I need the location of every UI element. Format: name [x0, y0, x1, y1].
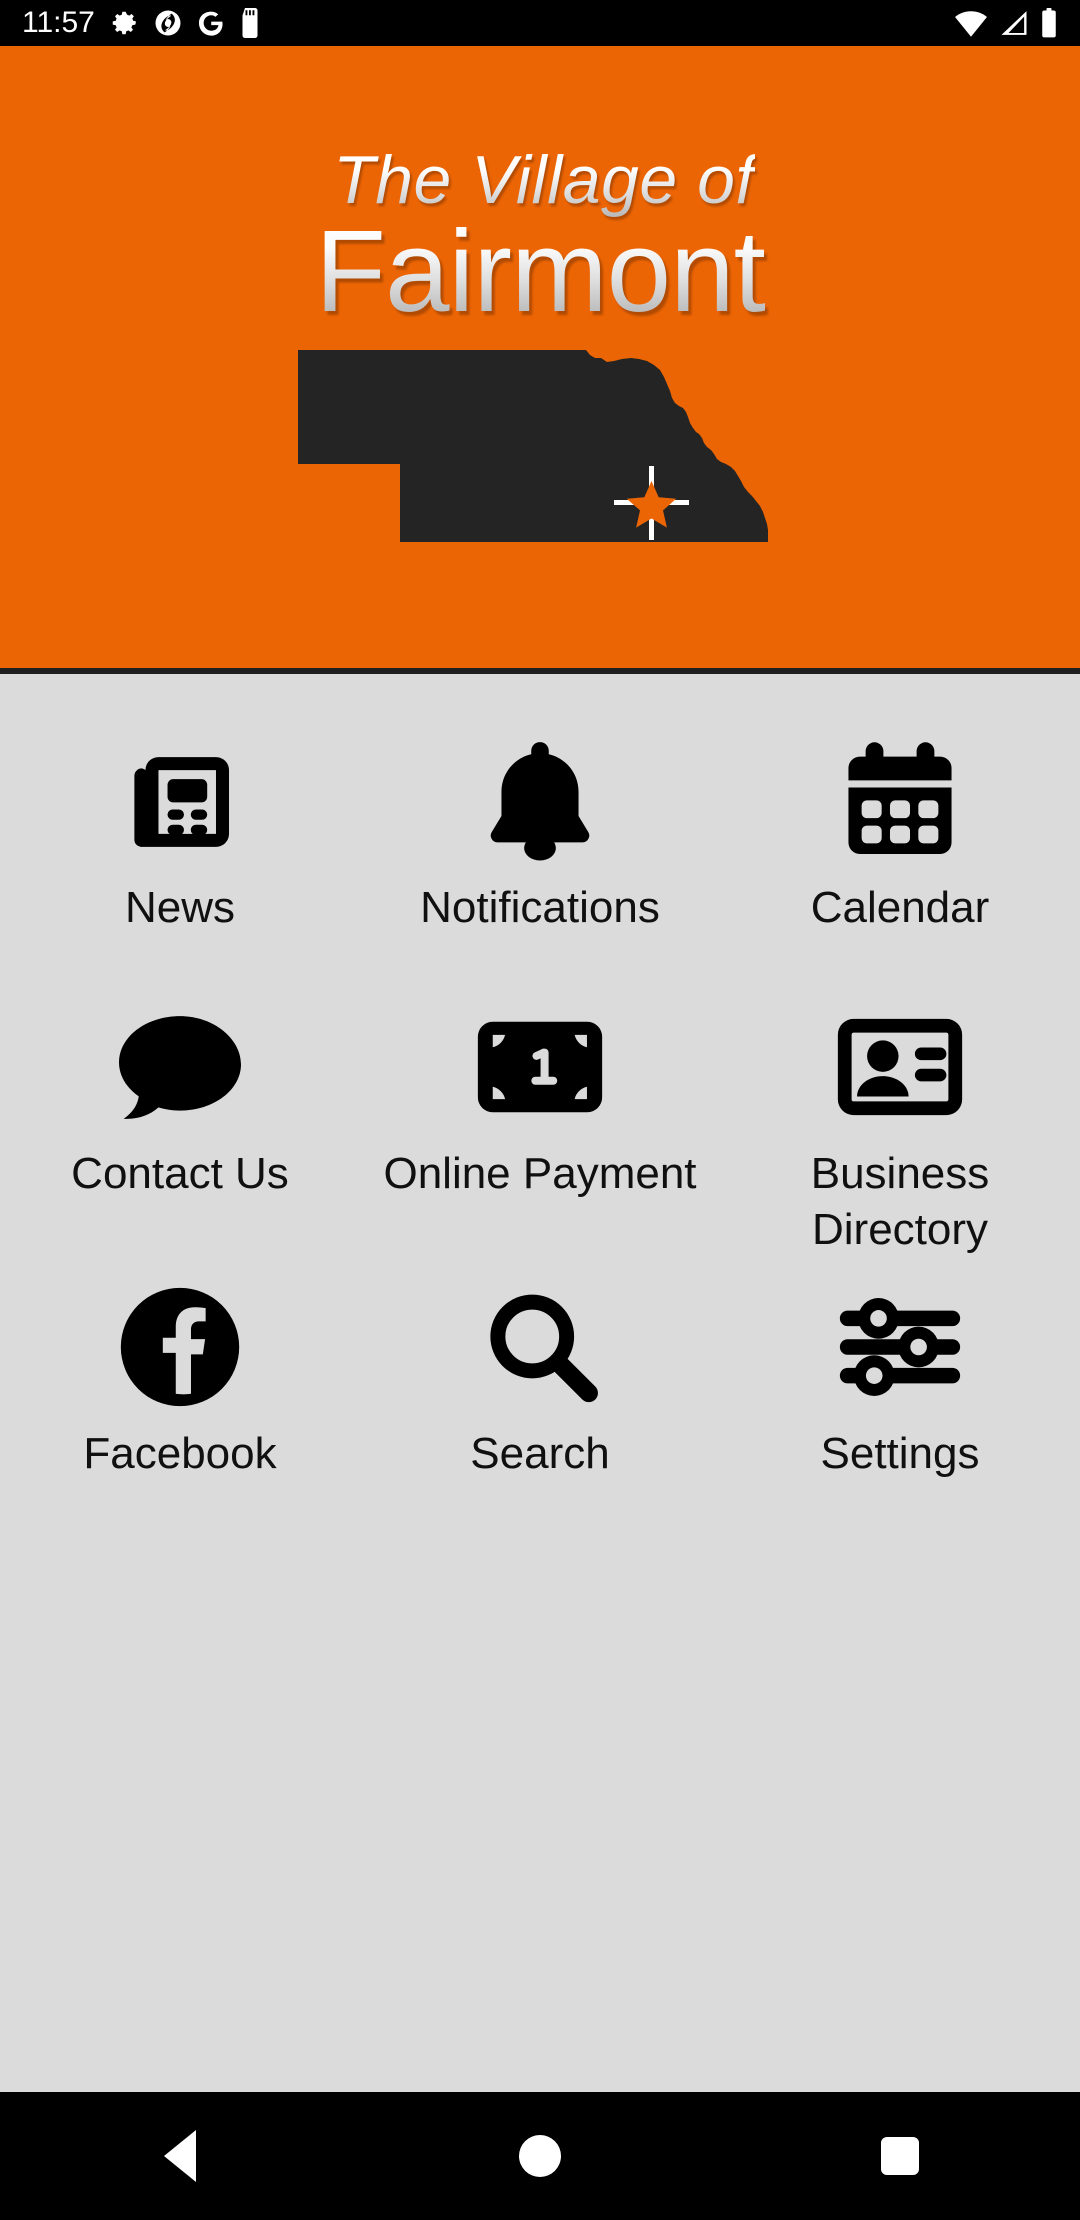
menu-item-label: Calendar — [810, 883, 990, 932]
wifi-icon — [954, 8, 988, 38]
bell-icon — [480, 726, 600, 876]
speech-bubble-icon — [113, 992, 247, 1142]
calendar-icon — [837, 726, 963, 876]
battery-icon — [1040, 8, 1058, 38]
nav-back-button[interactable] — [0, 2130, 360, 2182]
newspaper-icon — [112, 726, 248, 876]
menu-item-online-payment[interactable]: Online Payment — [360, 992, 720, 1258]
sd-card-icon — [239, 8, 261, 38]
status-bar-right — [954, 8, 1058, 38]
nav-recents-button[interactable] — [720, 2137, 1080, 2175]
spiral-icon — [153, 8, 183, 38]
recents-square-icon — [881, 2137, 919, 2175]
menu-item-search[interactable]: Search — [360, 1272, 720, 1482]
app-header: The Village of Fairmont — [0, 46, 1080, 674]
back-triangle-icon — [164, 2130, 196, 2182]
menu-grid: News Notifications Calendar Contact Us O… — [0, 674, 1080, 1482]
status-clock: 11:57 — [22, 6, 95, 39]
status-bar-left: 11:57 — [22, 8, 261, 38]
menu-item-news[interactable]: News — [0, 726, 360, 936]
app-logo: The Village of Fairmont — [0, 142, 1080, 330]
gear-icon — [109, 8, 139, 38]
menu-item-facebook[interactable]: Facebook — [0, 1272, 360, 1482]
sliders-icon — [837, 1272, 963, 1422]
contact-card-icon — [837, 992, 963, 1142]
menu-item-label: Settings — [820, 1429, 980, 1478]
home-circle-icon — [519, 2135, 561, 2177]
menu-row-2: Contact Us Online Payment Business Direc… — [0, 992, 1080, 1258]
magnifier-icon — [479, 1272, 601, 1422]
menu-item-label: Business Directory — [810, 1149, 990, 1254]
menu-item-label: Notifications — [420, 883, 660, 932]
menu-item-label: Contact Us — [71, 1149, 289, 1198]
nebraska-map-icon — [298, 350, 768, 542]
menu-row-3: Facebook Search Settings — [0, 1272, 1080, 1482]
banknote-icon — [477, 992, 603, 1142]
menu-item-settings[interactable]: Settings — [720, 1272, 1080, 1482]
menu-item-business-directory[interactable]: Business Directory — [720, 992, 1080, 1258]
menu-item-calendar[interactable]: Calendar — [720, 726, 1080, 936]
android-navigation-bar — [0, 2092, 1080, 2220]
nav-home-button[interactable] — [360, 2135, 720, 2177]
menu-item-label: Facebook — [83, 1429, 277, 1478]
cellular-signal-icon — [999, 8, 1029, 38]
google-g-icon — [197, 8, 225, 38]
facebook-icon — [118, 1272, 242, 1422]
menu-item-notifications[interactable]: Notifications — [360, 726, 720, 936]
menu-item-label: News — [124, 883, 236, 932]
menu-item-contact-us[interactable]: Contact Us — [0, 992, 360, 1258]
menu-row-1: News Notifications Calendar — [0, 726, 1080, 936]
status-bar: 11:57 — [0, 0, 1080, 46]
logo-line-fairmont: Fairmont — [0, 212, 1080, 330]
menu-item-label: Search — [470, 1429, 610, 1478]
menu-item-label: Online Payment — [383, 1149, 697, 1198]
